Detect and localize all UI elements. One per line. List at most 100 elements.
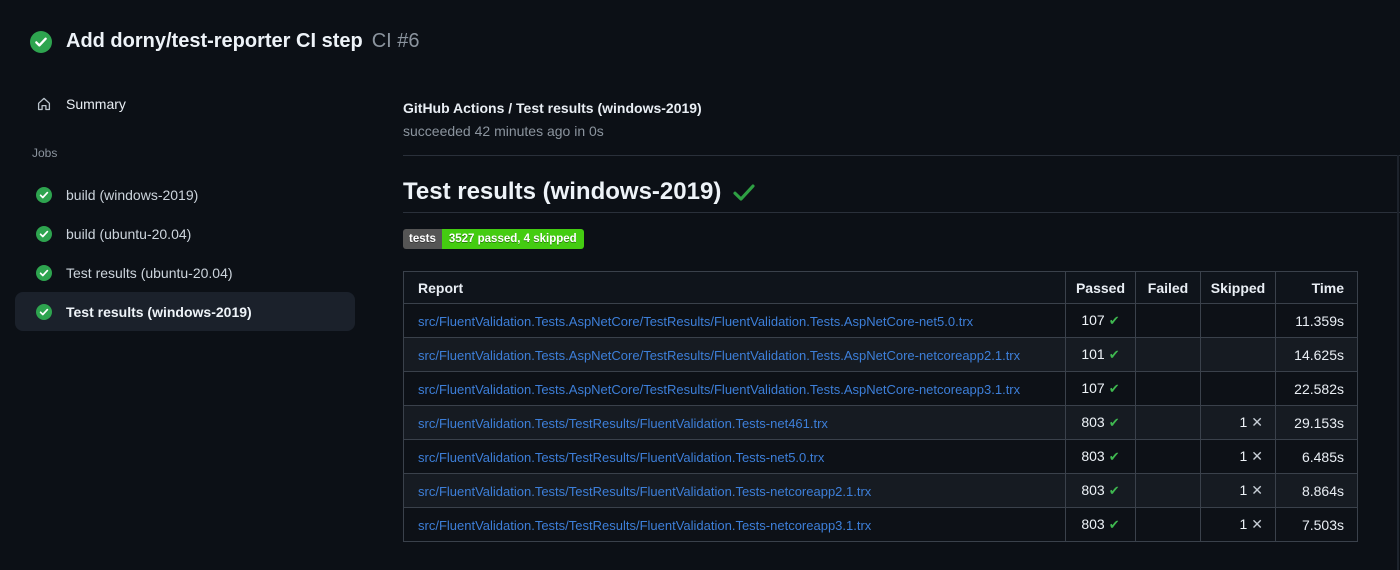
failed-cell bbox=[1135, 507, 1201, 542]
sidebar-item-build-windows-2019[interactable]: build (windows-2019) bbox=[15, 175, 355, 214]
divider bbox=[403, 212, 1400, 213]
check-circle-icon bbox=[30, 30, 52, 53]
passed-cell: 803 ✔ bbox=[1065, 473, 1136, 508]
failed-cell bbox=[1135, 337, 1201, 372]
skipped-cell bbox=[1200, 337, 1276, 372]
report-link[interactable]: src/FluentValidation.Tests.AspNetCore/Te… bbox=[418, 348, 1020, 363]
check-icon: ✔ bbox=[1108, 484, 1120, 499]
check-circle-icon bbox=[36, 186, 52, 203]
report-link[interactable]: src/FluentValidation.Tests/TestResults/F… bbox=[418, 416, 828, 431]
sidebar-item-build-ubuntu-20-04[interactable]: build (ubuntu-20.04) bbox=[15, 214, 355, 253]
column-header-failed: Failed bbox=[1135, 271, 1201, 304]
report-link[interactable]: src/FluentValidation.Tests/TestResults/F… bbox=[418, 450, 824, 465]
sidebar-item-label: build (windows-2019) bbox=[66, 186, 199, 203]
sidebar-item-test-results-ubuntu-20-04[interactable]: Test results (ubuntu-20.04) bbox=[15, 253, 355, 292]
report-cell: src/FluentValidation.Tests.AspNetCore/Te… bbox=[403, 371, 1066, 406]
passed-cell: 803 ✔ bbox=[1065, 405, 1136, 440]
passed-count: 107 bbox=[1081, 380, 1105, 396]
report-cell: src/FluentValidation.Tests/TestResults/F… bbox=[403, 473, 1066, 508]
tests-badge: tests 3527 passed, 4 skipped bbox=[403, 229, 584, 249]
report-link[interactable]: src/FluentValidation.Tests/TestResults/F… bbox=[418, 518, 871, 533]
skipped-count: 1 bbox=[1239, 448, 1248, 464]
time-cell: 6.485s bbox=[1275, 439, 1358, 474]
passed-cell: 803 ✔ bbox=[1065, 507, 1136, 542]
check-icon: ✔ bbox=[1108, 348, 1120, 363]
table-row: src/FluentValidation.Tests/TestResults/F… bbox=[403, 405, 1358, 440]
skipped-count: 1 bbox=[1239, 516, 1248, 532]
check-run-title: GitHub Actions / Test results (windows-2… bbox=[403, 100, 702, 116]
report-link[interactable]: src/FluentValidation.Tests.AspNetCore/Te… bbox=[418, 382, 1020, 397]
scrollbar-track[interactable] bbox=[1397, 155, 1399, 570]
sidebar-item-summary[interactable]: Summary bbox=[15, 86, 355, 122]
passed-cell: 107 ✔ bbox=[1065, 371, 1136, 406]
report-cell: src/FluentValidation.Tests/TestResults/F… bbox=[403, 405, 1066, 440]
failed-cell bbox=[1135, 371, 1201, 406]
sidebar-item-label: build (ubuntu-20.04) bbox=[66, 225, 192, 242]
badge-label: tests bbox=[403, 229, 442, 249]
column-header-passed: Passed bbox=[1065, 271, 1136, 304]
summary-label: Summary bbox=[66, 96, 126, 112]
table-row: src/FluentValidation.Tests/TestResults/F… bbox=[403, 473, 1358, 508]
time-cell: 14.625s bbox=[1275, 337, 1358, 372]
time-cell: 11.359s bbox=[1275, 303, 1358, 338]
report-cell: src/FluentValidation.Tests/TestResults/F… bbox=[403, 439, 1066, 474]
workflow-run-number: CI #6 bbox=[371, 30, 420, 52]
passed-cell: 101 ✔ bbox=[1065, 337, 1136, 372]
section-title: Test results (windows-2019) bbox=[403, 178, 722, 205]
passed-count: 803 bbox=[1081, 448, 1105, 464]
skipped-cell: 1 ✕ bbox=[1200, 473, 1276, 508]
table-header: Report Passed Failed Skipped Time bbox=[403, 271, 1358, 304]
skipped-cell bbox=[1200, 303, 1276, 338]
x-icon: ✕ bbox=[1251, 415, 1263, 431]
x-icon: ✕ bbox=[1251, 517, 1263, 533]
check-icon: ✔ bbox=[1108, 416, 1120, 431]
jobs-section-label: Jobs bbox=[32, 146, 58, 160]
check-circle-icon bbox=[36, 225, 52, 242]
check-circle-icon bbox=[36, 264, 52, 281]
report-link[interactable]: src/FluentValidation.Tests/TestResults/F… bbox=[418, 484, 871, 499]
sidebar-jobs-list: build (windows-2019) build (ubuntu-20.04)… bbox=[15, 175, 355, 331]
section-heading: Test results (windows-2019) bbox=[403, 178, 755, 206]
passed-cell: 803 ✔ bbox=[1065, 439, 1136, 474]
x-icon: ✕ bbox=[1251, 483, 1263, 499]
sidebar-item-test-results-windows-2019[interactable]: Test results (windows-2019) bbox=[15, 292, 355, 331]
passed-cell: 107 ✔ bbox=[1065, 303, 1136, 338]
failed-cell bbox=[1135, 439, 1201, 474]
time-cell: 22.582s bbox=[1275, 371, 1358, 406]
table-row: src/FluentValidation.Tests.AspNetCore/Te… bbox=[403, 337, 1358, 372]
report-cell: src/FluentValidation.Tests.AspNetCore/Te… bbox=[403, 337, 1066, 372]
skipped-cell: 1 ✕ bbox=[1200, 439, 1276, 474]
failed-cell bbox=[1135, 303, 1201, 338]
skipped-count: 1 bbox=[1239, 482, 1248, 498]
sidebar-item-label: Test results (windows-2019) bbox=[66, 303, 252, 320]
report-cell: src/FluentValidation.Tests.AspNetCore/Te… bbox=[403, 303, 1066, 338]
passed-count: 101 bbox=[1081, 346, 1105, 362]
divider bbox=[403, 155, 1400, 156]
table-row: src/FluentValidation.Tests/TestResults/F… bbox=[403, 439, 1358, 474]
check-icon: ✔ bbox=[1108, 450, 1120, 465]
check-run-status: succeeded 42 minutes ago in 0s bbox=[403, 123, 604, 139]
skipped-count: 1 bbox=[1239, 414, 1248, 430]
passed-count: 803 bbox=[1081, 516, 1105, 532]
sidebar-item-label: Test results (ubuntu-20.04) bbox=[66, 264, 233, 281]
report-cell: src/FluentValidation.Tests/TestResults/F… bbox=[403, 507, 1066, 542]
time-cell: 8.864s bbox=[1275, 473, 1358, 508]
skipped-cell: 1 ✕ bbox=[1200, 405, 1276, 440]
passed-count: 803 bbox=[1081, 482, 1105, 498]
check-icon: ✔ bbox=[1108, 518, 1120, 533]
table-row: src/FluentValidation.Tests/TestResults/F… bbox=[403, 507, 1358, 542]
time-cell: 7.503s bbox=[1275, 507, 1358, 542]
x-icon: ✕ bbox=[1251, 449, 1263, 465]
workflow-run-title: Add dorny/test-reporter CI step bbox=[66, 30, 363, 52]
check-circle-icon bbox=[36, 303, 52, 320]
column-header-time: Time bbox=[1275, 271, 1358, 304]
badge-value: 3527 passed, 4 skipped bbox=[441, 229, 584, 249]
table-row: src/FluentValidation.Tests.AspNetCore/Te… bbox=[403, 371, 1358, 406]
failed-cell bbox=[1135, 405, 1201, 440]
report-link[interactable]: src/FluentValidation.Tests.AspNetCore/Te… bbox=[418, 314, 973, 329]
check-icon: ✔ bbox=[1108, 382, 1120, 397]
skipped-cell: 1 ✕ bbox=[1200, 507, 1276, 542]
check-icon bbox=[733, 183, 755, 201]
time-cell: 29.153s bbox=[1275, 405, 1358, 440]
table-row: src/FluentValidation.Tests.AspNetCore/Te… bbox=[403, 303, 1358, 338]
